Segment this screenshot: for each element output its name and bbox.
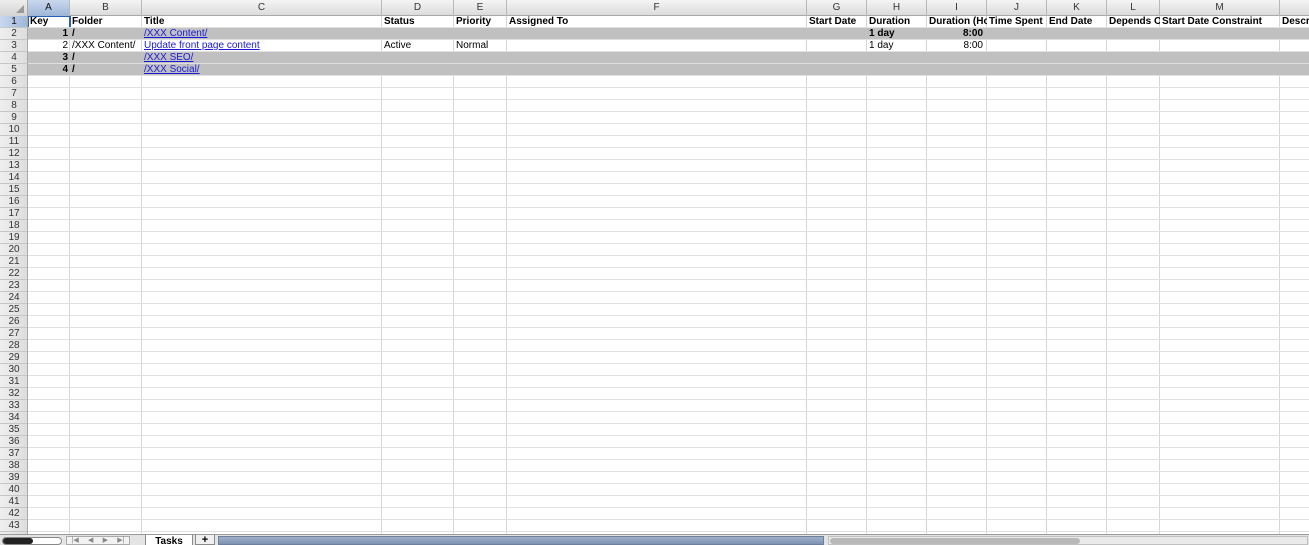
column-header-k[interactable]: K [1047, 0, 1107, 16]
row-header-19[interactable]: 19 [0, 232, 27, 244]
row-header-6[interactable]: 6 [0, 76, 27, 88]
row-header-5[interactable]: 5 [0, 64, 27, 76]
select-all-corner[interactable] [0, 0, 28, 16]
row-header-2[interactable]: 2 [0, 28, 27, 40]
column-header-d[interactable]: D [382, 0, 454, 16]
row-header-4[interactable]: 4 [0, 52, 27, 64]
row-header-18[interactable]: 18 [0, 220, 27, 232]
column-header-m[interactable]: M [1160, 0, 1280, 16]
row-header-10[interactable]: 10 [0, 124, 27, 136]
row-header-28[interactable]: 28 [0, 340, 27, 352]
column-header-bar: A B C D E F G H I J K L M [0, 0, 1309, 16]
prev-sheet-arrow-icon[interactable]: ◀ [88, 537, 93, 545]
row-header-27[interactable]: 27 [0, 328, 27, 340]
row-header-33[interactable]: 33 [0, 400, 27, 412]
row-header-41[interactable]: 41 [0, 496, 27, 508]
column-header-c[interactable]: C [142, 0, 382, 16]
first-sheet-arrow-icon[interactable]: |◀ [72, 537, 79, 545]
column-header-n[interactable] [1280, 0, 1309, 16]
last-sheet-arrow-icon[interactable]: ▶| [117, 537, 124, 545]
row-header-16[interactable]: 16 [0, 196, 27, 208]
add-sheet-button[interactable]: + [195, 535, 215, 545]
row-header-11[interactable]: 11 [0, 136, 27, 148]
row-header-31[interactable]: 31 [0, 376, 27, 388]
row-header-26[interactable]: 26 [0, 316, 27, 328]
sheet-tab-tasks[interactable]: Tasks [145, 535, 193, 545]
row-header-43[interactable]: 43 [0, 520, 27, 532]
row-header-34[interactable]: 34 [0, 412, 27, 424]
column-header-a[interactable]: A [28, 0, 70, 16]
column-header-i[interactable]: I [927, 0, 987, 16]
sheet-navigation: |◀ ◀ ▶ ▶| [66, 536, 130, 545]
sheet-tab-bar: |◀ ◀ ▶ ▶| Tasks + [0, 534, 1309, 545]
row-header-29[interactable]: 29 [0, 352, 27, 364]
row-header-8[interactable]: 8 [0, 100, 27, 112]
row-header-32[interactable]: 32 [0, 388, 27, 400]
column-header-f[interactable]: F [507, 0, 807, 16]
column-header-h[interactable]: H [867, 0, 927, 16]
row-header-3[interactable]: 3 [0, 40, 27, 52]
row-header-15[interactable]: 15 [0, 184, 27, 196]
row-header-40[interactable]: 40 [0, 484, 27, 496]
column-header-l[interactable]: L [1107, 0, 1160, 16]
row-header-22[interactable]: 22 [0, 268, 27, 280]
row-header-21[interactable]: 21 [0, 256, 27, 268]
row-header-bar: 1 2 3 4 5 6 7 8 9 10 11 12 13 14 15 16 17 18 19 20 21 22 23 24 2… [0, 16, 28, 534]
row-header-23[interactable]: 23 [0, 280, 27, 292]
row-header-9[interactable]: 9 [0, 112, 27, 124]
column-header-e[interactable]: E [454, 0, 507, 16]
row-header-36[interactable]: 36 [0, 436, 27, 448]
row-header-42[interactable]: 42 [0, 508, 27, 520]
zoom-slider[interactable] [2, 537, 62, 545]
row-header-7[interactable]: 7 [0, 88, 27, 100]
row-header-35[interactable]: 35 [0, 424, 27, 436]
row-header-13[interactable]: 13 [0, 160, 27, 172]
column-header-j[interactable]: J [987, 0, 1047, 16]
spreadsheet-grid[interactable]: Key Folder Title Status Priority Assigne… [28, 16, 1309, 534]
row-header-12[interactable]: 12 [0, 148, 27, 160]
row-header-38[interactable]: 38 [0, 460, 27, 472]
horizontal-scrollbar-thumb[interactable] [830, 538, 1080, 544]
row-header-1[interactable]: 1 [0, 16, 27, 28]
zoom-slider-knob[interactable] [3, 538, 33, 544]
row-header-17[interactable]: 17 [0, 208, 27, 220]
column-header-g[interactable]: G [807, 0, 867, 16]
row-header-39[interactable]: 39 [0, 472, 27, 484]
column-header-b[interactable]: B [70, 0, 142, 16]
sheet-tab-scroll-area[interactable] [218, 536, 824, 545]
row-header-30[interactable]: 30 [0, 364, 27, 376]
row-header-37[interactable]: 37 [0, 448, 27, 460]
row-header-25[interactable]: 25 [0, 304, 27, 316]
row-header-14[interactable]: 14 [0, 172, 27, 184]
next-sheet-arrow-icon[interactable]: ▶ [103, 537, 108, 545]
row-header-24[interactable]: 24 [0, 292, 27, 304]
row-header-20[interactable]: 20 [0, 244, 27, 256]
